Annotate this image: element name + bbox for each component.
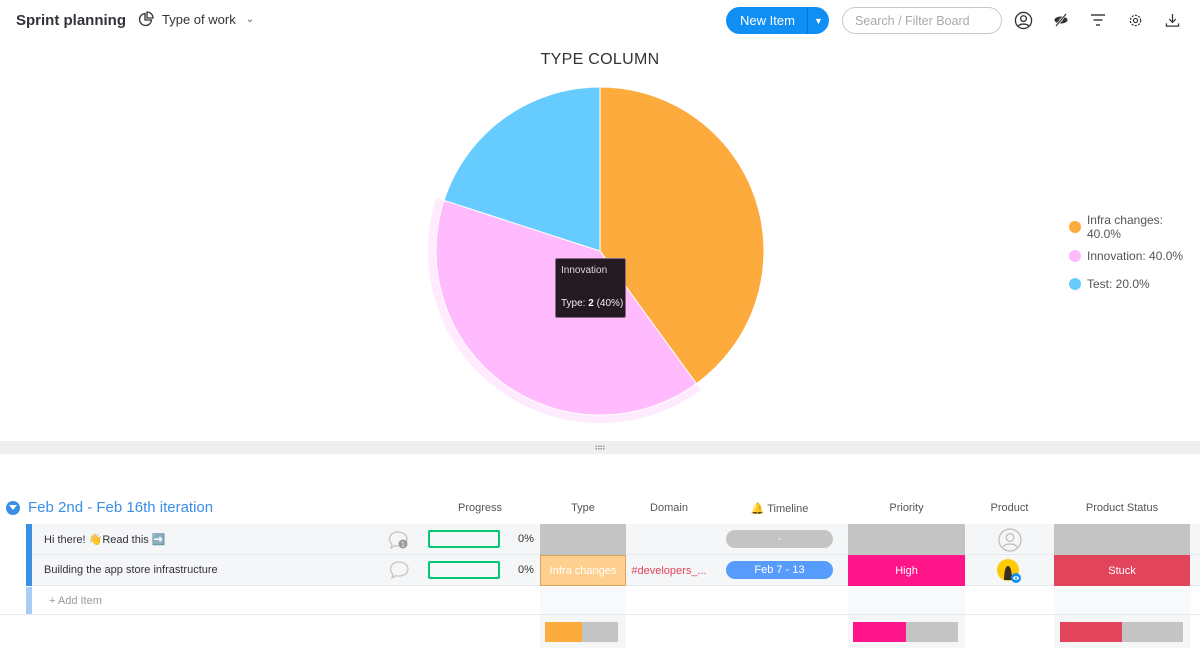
legend-item[interactable]: Infra changes: 40.0% [1069,213,1200,242]
collapse-group-icon[interactable] [6,500,20,515]
add-item-row[interactable]: + Add Item [26,587,540,615]
priority-cell[interactable]: High [848,555,965,586]
chart-tooltip: Innovation Type: 2 (40%) [555,258,626,318]
status-summary [1054,615,1190,648]
timeline-pill[interactable]: - [726,530,833,548]
row-color-bar [26,524,32,555]
priority-summary-bar[interactable] [853,622,958,642]
priority-summary [848,615,965,648]
grip-icon [595,445,605,450]
summary-segment [545,622,582,642]
row-color-bar [26,587,32,615]
type-summary-bar[interactable] [545,622,618,642]
column-fill [1054,587,1190,614]
progress-percent: 0% [518,533,534,545]
timeline-pill[interactable]: Feb 7 - 13 [726,561,833,579]
group-header: Feb 2nd - Feb 16th iteration [6,499,213,516]
updates-icon[interactable] [388,560,410,585]
summary-segment [1060,622,1122,642]
summary-segment [581,622,618,642]
status-cell[interactable] [1054,524,1190,555]
legend-label: Innovation: 40.0% [1087,248,1184,263]
column-header-type[interactable]: Type [540,502,626,514]
domain-cell[interactable]: #developers_... [626,555,712,586]
type-summary [540,615,626,648]
status-cell[interactable]: Stuck [1054,555,1190,586]
type-cell[interactable]: Infra changes [540,555,626,586]
progress-percent: 0% [518,564,534,576]
legend-swatch [1069,221,1081,234]
summary-segment [905,622,958,642]
updates-icon[interactable]: 1 [388,530,410,555]
summary-segment [853,622,906,642]
column-header-timeline[interactable]: 🔔 Timeline [726,502,833,515]
group-title[interactable]: Feb 2nd - Feb 16th iteration [28,499,213,516]
svg-text:1: 1 [401,542,405,549]
resize-handle[interactable] [0,441,1200,454]
column-header-product-status[interactable]: Product Status [1054,502,1190,514]
tooltip-value: Type: 2 (40%) [561,298,624,309]
product-cell[interactable] [965,555,1054,586]
tooltip-title: Innovation [561,265,608,276]
column-header-priority[interactable]: Priority [848,502,965,514]
row-color-bar [26,555,32,586]
avatar [996,558,1021,583]
add-item-input[interactable]: + Add Item [49,595,102,607]
column-header-product[interactable]: Product [965,502,1054,514]
priority-cell[interactable] [848,524,965,555]
type-cell[interactable] [540,524,626,555]
progress-bar [428,561,500,579]
chart-legend: Infra changes: 40.0% Innovation: 40.0% T… [1069,213,1200,299]
progress-bar [428,530,500,548]
domain-cell[interactable] [626,524,712,555]
column-fill [540,587,626,614]
bell-icon: 🔔 [750,503,765,515]
pie-chart [428,86,765,423]
item-name[interactable]: Building the app store infrastructure [44,564,218,576]
legend-swatch [1069,278,1081,291]
item-name[interactable]: Hi there! 👋Read this ➡️ [44,533,166,546]
summary-segment [1121,622,1183,642]
legend-item[interactable]: Innovation: 40.0% [1069,242,1200,271]
table-row[interactable]: Building the app store infrastructure 0%… [26,555,1200,586]
column-header-domain[interactable]: Domain [626,502,712,514]
legend-item[interactable]: Test: 20.0% [1069,270,1200,299]
legend-swatch [1069,249,1081,262]
status-summary-bar[interactable] [1060,622,1183,642]
legend-label: Test: 20.0% [1087,277,1150,292]
empty-person-icon [997,527,1022,552]
column-fill [848,587,965,614]
table-row[interactable]: Hi there! 👋Read this ➡️ 1 0% - [26,524,1200,555]
column-header-progress[interactable]: Progress [430,502,530,514]
legend-label: Infra changes: 40.0% [1086,213,1164,242]
product-cell[interactable] [965,524,1054,555]
